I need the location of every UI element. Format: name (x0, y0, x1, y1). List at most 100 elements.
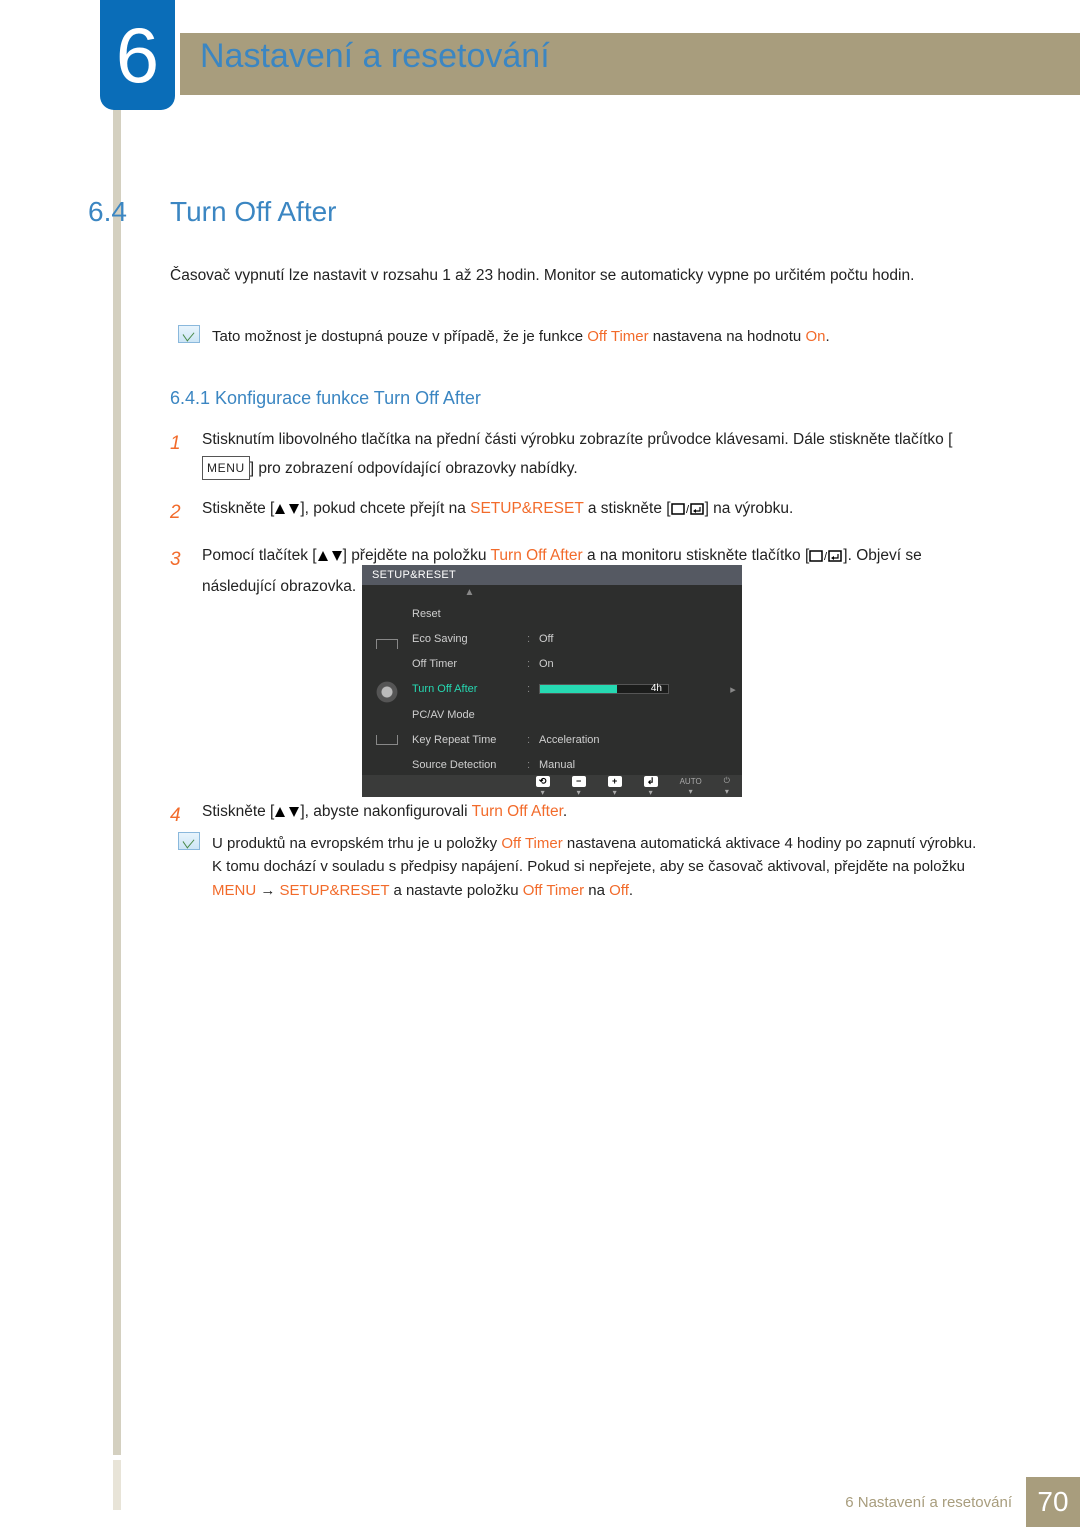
note2-hl1: Off Timer (501, 835, 562, 852)
osd-footer: ⟲▾ −▾ +▾ ↲▾ AUTO▾ ⏻▾ (362, 775, 742, 797)
step-3-a: Pomocí tlačítek [ (202, 547, 317, 564)
osd-row-value (539, 702, 724, 727)
note2-e: . (629, 882, 633, 899)
footer-page-number: 70 (1026, 1477, 1080, 1527)
chapter-number-badge: 6 (100, 0, 175, 110)
osd-slider: 4h (539, 684, 669, 694)
section-title: Turn Off After (170, 196, 337, 228)
osd-row-label: Key Repeat Time (412, 727, 527, 752)
step-1-a: Stisknutím libovolného tlačítka na předn… (202, 431, 952, 448)
up-down-icon (274, 500, 300, 517)
note1-post: . (825, 328, 829, 345)
step-2-body: Stiskněte [ ], pokud chcete přejít na SET… (202, 495, 990, 530)
step-4-a: Stiskněte [ (202, 803, 274, 820)
osd-arrow (724, 626, 742, 651)
osd-footer-back-icon: ⟲▾ (536, 776, 550, 797)
up-down-icon (317, 547, 343, 564)
osd-title: SETUP&RESET (362, 565, 742, 585)
osd-footer-plus-icon: +▾ (608, 776, 622, 797)
step-2-num: 2 (170, 495, 184, 530)
step-2-c: a stiskněte [ (584, 500, 671, 517)
step-1-body: Stisknutím libovolného tlačítka na předn… (202, 426, 990, 483)
note1-hl1: Off Timer (587, 328, 648, 345)
osd-footer-auto-label: AUTO (680, 777, 702, 786)
step-2-b: ], pokud chcete přejít na (300, 500, 470, 517)
osd-row-label: Reset (412, 601, 527, 626)
osd-slider-fill (540, 685, 617, 693)
step-2-d: ] na výrobku. (705, 500, 794, 517)
step-4-c: . (563, 803, 567, 820)
step-4-body: Stiskněte [ ], abyste nakonfigurovali Tur… (202, 798, 990, 833)
chapter-title: Nastavení a resetování (200, 37, 550, 76)
note-2-text: U produktů na evropském trhu je u položk… (212, 832, 990, 902)
osd-row-label: PC/AV Mode (412, 702, 527, 727)
osd-icon-column (362, 601, 412, 777)
osd-menu: SETUP&RESET ▲ Reset Eco Saving:Off Off T… (362, 565, 742, 797)
svg-text:/: / (686, 504, 690, 515)
gear-icon (374, 679, 400, 705)
osd-scroll-up-icon: ▲ (412, 585, 527, 599)
osd-row-label: Eco Saving (412, 626, 527, 651)
subsection-title: 6.4.1 Konfigurace funkce Turn Off After (170, 388, 481, 409)
bracket-icon (376, 639, 398, 649)
step-2-a: Stiskněte [ (202, 500, 274, 517)
osd-row-value: Off (539, 626, 724, 651)
osd-footer-enter-icon: ↲▾ (644, 776, 658, 797)
note2-a: U produktů na evropském trhu je u položk… (212, 835, 501, 852)
note2-arrow: → (256, 882, 279, 899)
osd-row-value: On (539, 651, 724, 676)
step-1-num: 1 (170, 426, 184, 483)
osd-arrow (724, 727, 742, 752)
osd-colon: : (527, 676, 539, 702)
intro-paragraph: Časovač vypnutí lze nastavit v rozsahu 1… (170, 262, 990, 290)
osd-row-value: Acceleration (539, 727, 724, 752)
note-2: U produktů na evropském trhu je u položk… (178, 832, 990, 902)
section-number: 6.4 (88, 196, 127, 228)
note2-hl3: SETUP&RESET (280, 882, 390, 899)
step-2-hl: SETUP&RESET (470, 500, 583, 517)
osd-arrow (724, 601, 742, 626)
osd-colon: : (527, 651, 539, 676)
osd-colon: : (527, 752, 539, 777)
step-3-b: ] přejděte na položku (343, 547, 491, 564)
step-2: 2 Stiskněte [ ], pokud chcete přejít na S… (170, 495, 990, 530)
osd-row-label: Source Detection (412, 752, 527, 777)
note1-hl2: On (805, 328, 825, 345)
step-3-hl: Turn Off After (491, 547, 583, 564)
step-4-num: 4 (170, 798, 184, 833)
note1-pre: Tato možnost je dostupná pouze v případě… (212, 328, 587, 345)
up-down-icon (274, 803, 300, 820)
osd-arrow (724, 651, 742, 676)
osd-footer-auto: AUTO▾ (680, 777, 702, 796)
step-3-c: a na monitoru stiskněte tlačítko [ (583, 547, 810, 564)
note2-d: na (584, 882, 609, 899)
footer-chapter-text: 6 Nastavení a resetování (845, 1494, 1026, 1511)
step-1-b: ] pro zobrazení odpovídající obrazovky n… (250, 460, 578, 477)
osd-body: Reset Eco Saving:Off Off Timer:On Turn O… (362, 599, 742, 777)
step-1: 1 Stisknutím libovolného tlačítka na pře… (170, 426, 990, 483)
note-icon (178, 325, 200, 343)
step-4: 4 Stiskněte [ ], abyste nakonfigurovali T… (170, 798, 990, 833)
osd-row-label: Off Timer (412, 651, 527, 676)
note2-hl5: Off (609, 882, 629, 899)
source-enter-icon: / (809, 544, 843, 573)
step-4-b: ], abyste nakonfigurovali (300, 803, 471, 820)
note-1-text: Tato možnost je dostupná pouze v případě… (212, 325, 830, 348)
note2-hl4: Off Timer (523, 882, 584, 899)
osd-row-label-highlight: Turn Off After (412, 676, 527, 702)
note2-hl2: MENU (212, 882, 256, 899)
osd-row-value (539, 601, 724, 626)
osd-row-value-slider: 4h (539, 676, 724, 702)
osd-footer-minus-icon: −▾ (572, 776, 586, 797)
note1-mid: nastavena na hodnotu (649, 328, 806, 345)
osd-colon: : (527, 727, 539, 752)
osd-slider-value: 4h (651, 683, 662, 694)
step-4-hl: Turn Off After (472, 803, 563, 820)
osd-arrow-right-icon: ▸ (724, 676, 742, 702)
osd-arrow (724, 702, 742, 727)
page-footer: 6 Nastavení a resetování 70 (845, 1477, 1080, 1527)
left-margin-bar-bottom (113, 1460, 121, 1510)
osd-row-value: Manual (539, 752, 724, 777)
note-1: Tato možnost je dostupná pouze v případě… (178, 325, 990, 348)
note2-c: a nastavte položku (389, 882, 522, 899)
